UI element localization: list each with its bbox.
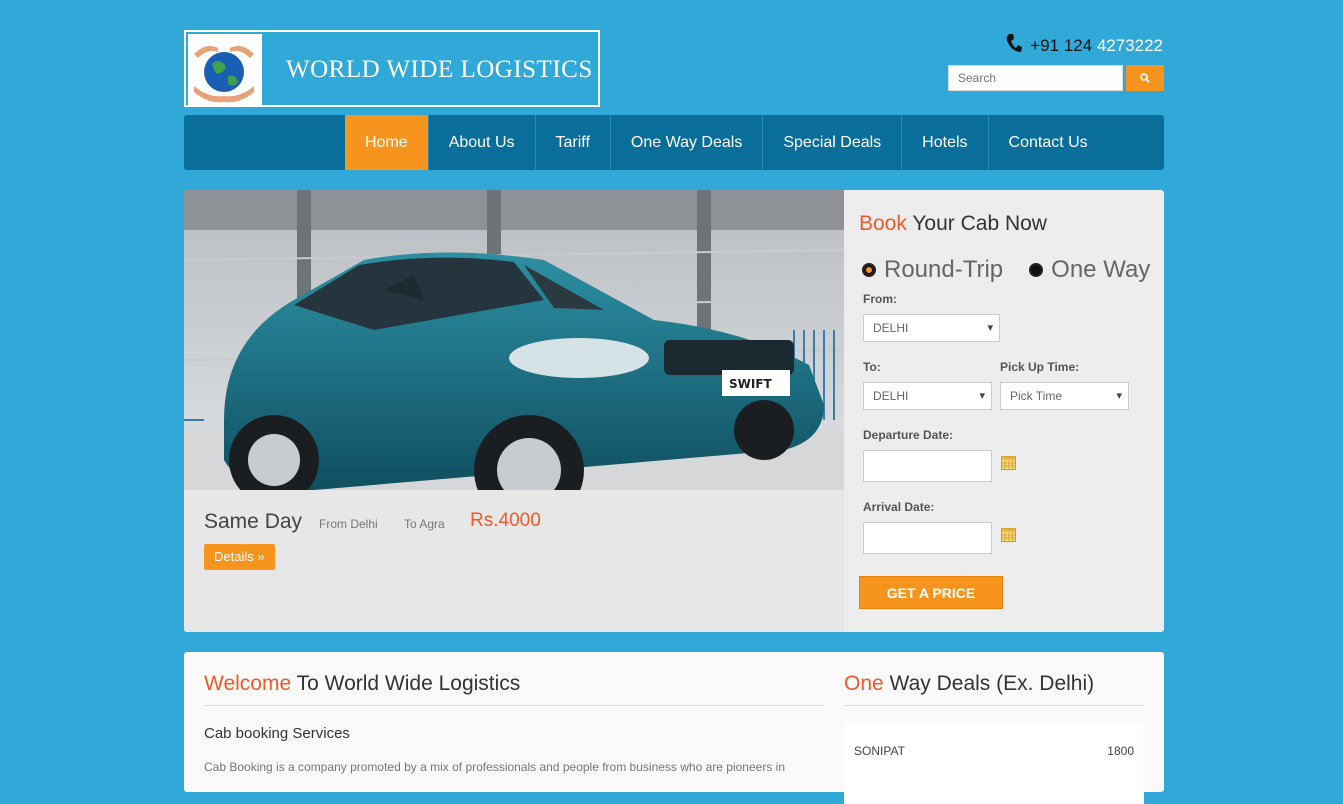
nav-contact-us[interactable]: Contact Us bbox=[987, 115, 1109, 170]
deal-city: SONIPAT bbox=[854, 744, 905, 758]
radio-one-way-label: One Way bbox=[1051, 256, 1151, 283]
arrival-date-label: Arrival Date: bbox=[863, 500, 935, 514]
radio-round-trip[interactable]: Round-Trip bbox=[862, 256, 1003, 284]
pickup-time-label: Pick Up Time: bbox=[1000, 360, 1080, 374]
search-icon bbox=[1140, 71, 1150, 86]
pickup-time-select[interactable]: Pick Time bbox=[1000, 382, 1129, 410]
booking-title-rest: Your Cab Now bbox=[912, 212, 1047, 235]
main-nav: Home About Us Tariff One Way Deals Speci… bbox=[184, 115, 1164, 170]
calendar-icon[interactable] bbox=[1001, 527, 1016, 542]
booking-title: Book Your Cab Now bbox=[859, 212, 1047, 236]
nav-special-deals[interactable]: Special Deals bbox=[762, 115, 901, 170]
services-title: Cab booking Services bbox=[204, 725, 350, 742]
search-input[interactable] bbox=[948, 65, 1123, 91]
calendar-icon[interactable] bbox=[1001, 455, 1016, 470]
welcome-rest: To World Wide Logistics bbox=[296, 672, 521, 695]
phone-icon bbox=[1006, 33, 1023, 58]
site-title: WORLD WIDE LOGISTICS bbox=[286, 56, 593, 83]
slide-title: Same Day bbox=[204, 510, 303, 533]
slide-from: From Delhi bbox=[319, 517, 378, 531]
radio-round-trip-label: Round-Trip bbox=[884, 256, 1004, 283]
nav-tariff[interactable]: Tariff bbox=[534, 115, 610, 170]
booking-form: Book Your Cab Now Round-Trip One Way Fro… bbox=[859, 190, 1164, 632]
number-plate-text: SWIFT bbox=[729, 377, 773, 391]
slide-to: To Agra bbox=[404, 517, 445, 531]
search-button[interactable] bbox=[1126, 65, 1164, 91]
globe-hands-logo-icon bbox=[188, 34, 260, 107]
to-select[interactable]: DELHI bbox=[863, 382, 992, 410]
deals-list: SONIPAT 1800 bbox=[844, 724, 1144, 804]
deals-heading: One Way Deals (Ex. Delhi) bbox=[844, 672, 1144, 706]
departure-date-input[interactable] bbox=[863, 450, 992, 482]
arrival-date-input[interactable] bbox=[863, 522, 992, 554]
hero-panel: SWIFT Same Day From Delhi To Agra Rs.400… bbox=[184, 190, 1164, 632]
deals-highlight: One bbox=[844, 672, 884, 695]
get-price-button[interactable]: GET A PRICE bbox=[859, 576, 1003, 609]
logo-divider bbox=[260, 34, 262, 107]
site-logo[interactable]: WORLD WIDE LOGISTICS bbox=[184, 30, 600, 107]
nav-one-way-deals[interactable]: One Way Deals bbox=[609, 115, 762, 170]
phone-main: +91 124 bbox=[1030, 35, 1093, 55]
slide-caption: Same Day From Delhi To Agra Rs.4000 Deta… bbox=[184, 490, 844, 632]
to-label: To: bbox=[863, 360, 881, 374]
content-panel: Welcome To World Wide Logistics Cab book… bbox=[184, 652, 1164, 804]
welcome-heading: Welcome To World Wide Logistics bbox=[204, 672, 824, 706]
phone-number: +91 124 4273222 bbox=[1006, 33, 1163, 58]
phone-ext: 4273222 bbox=[1096, 35, 1163, 55]
nav-hotels[interactable]: Hotels bbox=[901, 115, 987, 170]
slide-price: Rs.4000 bbox=[470, 510, 541, 531]
deal-price: 1800 bbox=[1107, 744, 1134, 758]
nav-home[interactable]: Home bbox=[345, 115, 428, 170]
booking-title-highlight: Book bbox=[859, 212, 907, 235]
radio-one-way[interactable]: One Way bbox=[1029, 256, 1150, 284]
from-label: From: bbox=[863, 292, 897, 306]
welcome-highlight: Welcome bbox=[204, 672, 292, 695]
deal-row[interactable]: SONIPAT 1800 bbox=[854, 744, 1134, 758]
radio-unchecked-icon bbox=[1029, 263, 1044, 277]
nav-about-us[interactable]: About Us bbox=[427, 115, 535, 170]
deals-rest: Way Deals (Ex. Delhi) bbox=[889, 672, 1095, 695]
intro-paragraph: Cab Booking is a company promoted by a m… bbox=[204, 760, 785, 774]
departure-date-label: Departure Date: bbox=[863, 428, 954, 442]
details-button[interactable]: Details » bbox=[204, 544, 275, 570]
from-select[interactable]: DELHI bbox=[863, 314, 1000, 342]
radio-checked-icon bbox=[862, 263, 876, 277]
car-slide-image: SWIFT bbox=[184, 190, 845, 525]
